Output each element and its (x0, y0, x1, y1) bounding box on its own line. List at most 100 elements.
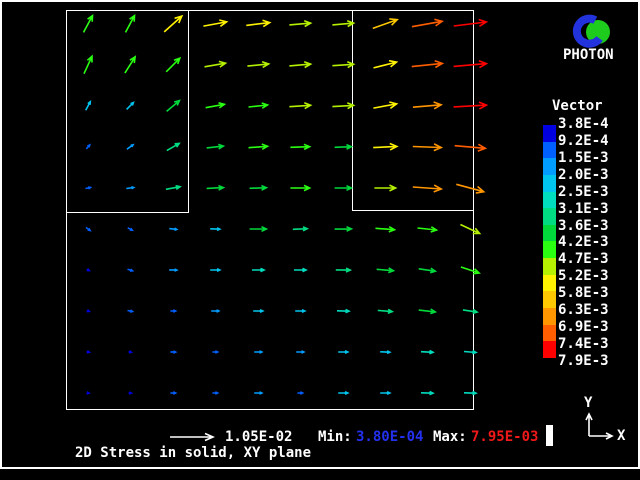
vector-arrow (412, 61, 443, 68)
vector-arrow (128, 228, 133, 230)
vector-arrow (86, 228, 90, 231)
vector-arrow (293, 227, 307, 231)
vector-arrow (290, 144, 309, 149)
vector-arrow (289, 21, 310, 27)
vector-arrow (126, 187, 133, 189)
vector-arrow (169, 228, 176, 230)
vector-arrow (454, 20, 487, 27)
vector-arrow (87, 392, 89, 394)
vector-arrow (338, 392, 348, 395)
vector-arrow (212, 392, 217, 394)
vector-arrow (250, 186, 267, 191)
legend-color-band (543, 275, 556, 292)
vector-arrow (167, 101, 180, 112)
vector-arrow (337, 310, 349, 313)
vector-arrow (252, 268, 264, 271)
vector-arrow (207, 186, 224, 191)
vector-arrow (374, 61, 397, 68)
vector-arrow (463, 310, 477, 314)
vector-arrow (87, 269, 90, 271)
vector-arrow (374, 185, 395, 191)
legend-tick-label: 1.5E-3 (558, 150, 609, 167)
x-axis-label: X (617, 429, 625, 444)
vector-arrow (205, 61, 226, 67)
vector-arrow (377, 268, 394, 273)
vector-arrow (246, 20, 269, 26)
vector-arrow (212, 351, 217, 353)
legend-tick-label: 2.5E-3 (558, 184, 609, 201)
legend-color-band (543, 125, 556, 142)
scale-arrow (170, 434, 213, 441)
vector-arrow (87, 351, 90, 353)
legend-tick-label: 5.8E-3 (558, 285, 609, 302)
vector-arrow (210, 269, 220, 272)
vector-arrow (170, 392, 175, 394)
vector-arrow (170, 351, 175, 353)
vector-arrow (338, 351, 348, 354)
vector-arrow (413, 144, 441, 151)
vector-arrow (418, 227, 437, 232)
vector-arrow (332, 103, 353, 109)
vector-arrow (207, 144, 224, 149)
legend-color-band (543, 308, 556, 325)
legend-color-band (543, 325, 556, 342)
legend-tick-label: 4.7E-3 (558, 251, 609, 268)
vector-arrow (86, 102, 91, 111)
vector-arrow (86, 187, 91, 189)
vector-arrow (128, 269, 133, 271)
vector-arrow (413, 102, 441, 109)
vector-arrow (373, 19, 397, 29)
min-label: Min: (318, 430, 352, 445)
legend-tick-label: 3.8E-4 (558, 116, 609, 133)
vector-arrow (166, 58, 180, 72)
vector-arrow (454, 102, 487, 109)
vector-arrow (335, 227, 352, 232)
legend-tick-label: 7.4E-3 (558, 336, 609, 353)
vector-arrow (166, 186, 180, 190)
vector-arrow (84, 16, 93, 33)
logo-text: PHOTON (563, 48, 614, 63)
vector-arrow (247, 62, 268, 68)
vector-arrow (336, 268, 350, 272)
vector-arrow (461, 267, 479, 274)
scale-arrow-label: 1.05E-02 (225, 430, 292, 445)
legend-tick-label: 9.2E-4 (558, 133, 609, 150)
vector-arrow (335, 186, 352, 191)
legend-tick-label: 7.9E-3 (558, 353, 609, 370)
vector-arrow (380, 351, 390, 354)
axis-triad-arrows (586, 414, 612, 439)
vector-arrow (125, 57, 135, 73)
legend-tick-label: 2.0E-3 (558, 167, 609, 184)
legend-tick-label: 5.2E-3 (558, 268, 609, 285)
legend-color-band (543, 341, 556, 358)
vector-arrow (373, 144, 397, 150)
vector-arrow (129, 351, 132, 353)
legend-color-band (543, 142, 556, 159)
vector-arrow (296, 351, 304, 353)
legend-colorbar (543, 125, 556, 358)
vector-arrow (126, 16, 135, 33)
legend-color-band (543, 258, 556, 275)
vector-arrow (376, 227, 395, 232)
vector-arrow (210, 228, 220, 231)
vector-arrow (129, 392, 132, 394)
vector-arrow (86, 145, 89, 149)
vector-arrow (419, 268, 436, 273)
vector-arrow (413, 185, 441, 192)
vector-arrow (464, 351, 476, 354)
plot-caption: 2D Stress in solid, XY plane (75, 446, 311, 461)
legend-tick-label: 3.1E-3 (558, 201, 609, 218)
vector-arrow (167, 143, 179, 150)
vector-arrow (254, 351, 262, 353)
legend-tick-labels: 3.8E-49.2E-41.5E-32.0E-32.5E-33.1E-33.6E… (558, 116, 609, 370)
vector-arrow (249, 103, 268, 108)
vector-arrow (297, 392, 302, 394)
vector-arrow (419, 309, 436, 314)
block-cursor (546, 425, 553, 446)
vector-arrow (289, 103, 310, 109)
vector-arrow (84, 56, 92, 73)
vector-arrow (250, 227, 267, 232)
photon-viewer-screen: PHOTON Vector 3.8E-49.2E-41.5E-32.0E-32.… (0, 0, 640, 480)
legend-color-band (543, 291, 556, 308)
legend-color-band (543, 175, 556, 192)
